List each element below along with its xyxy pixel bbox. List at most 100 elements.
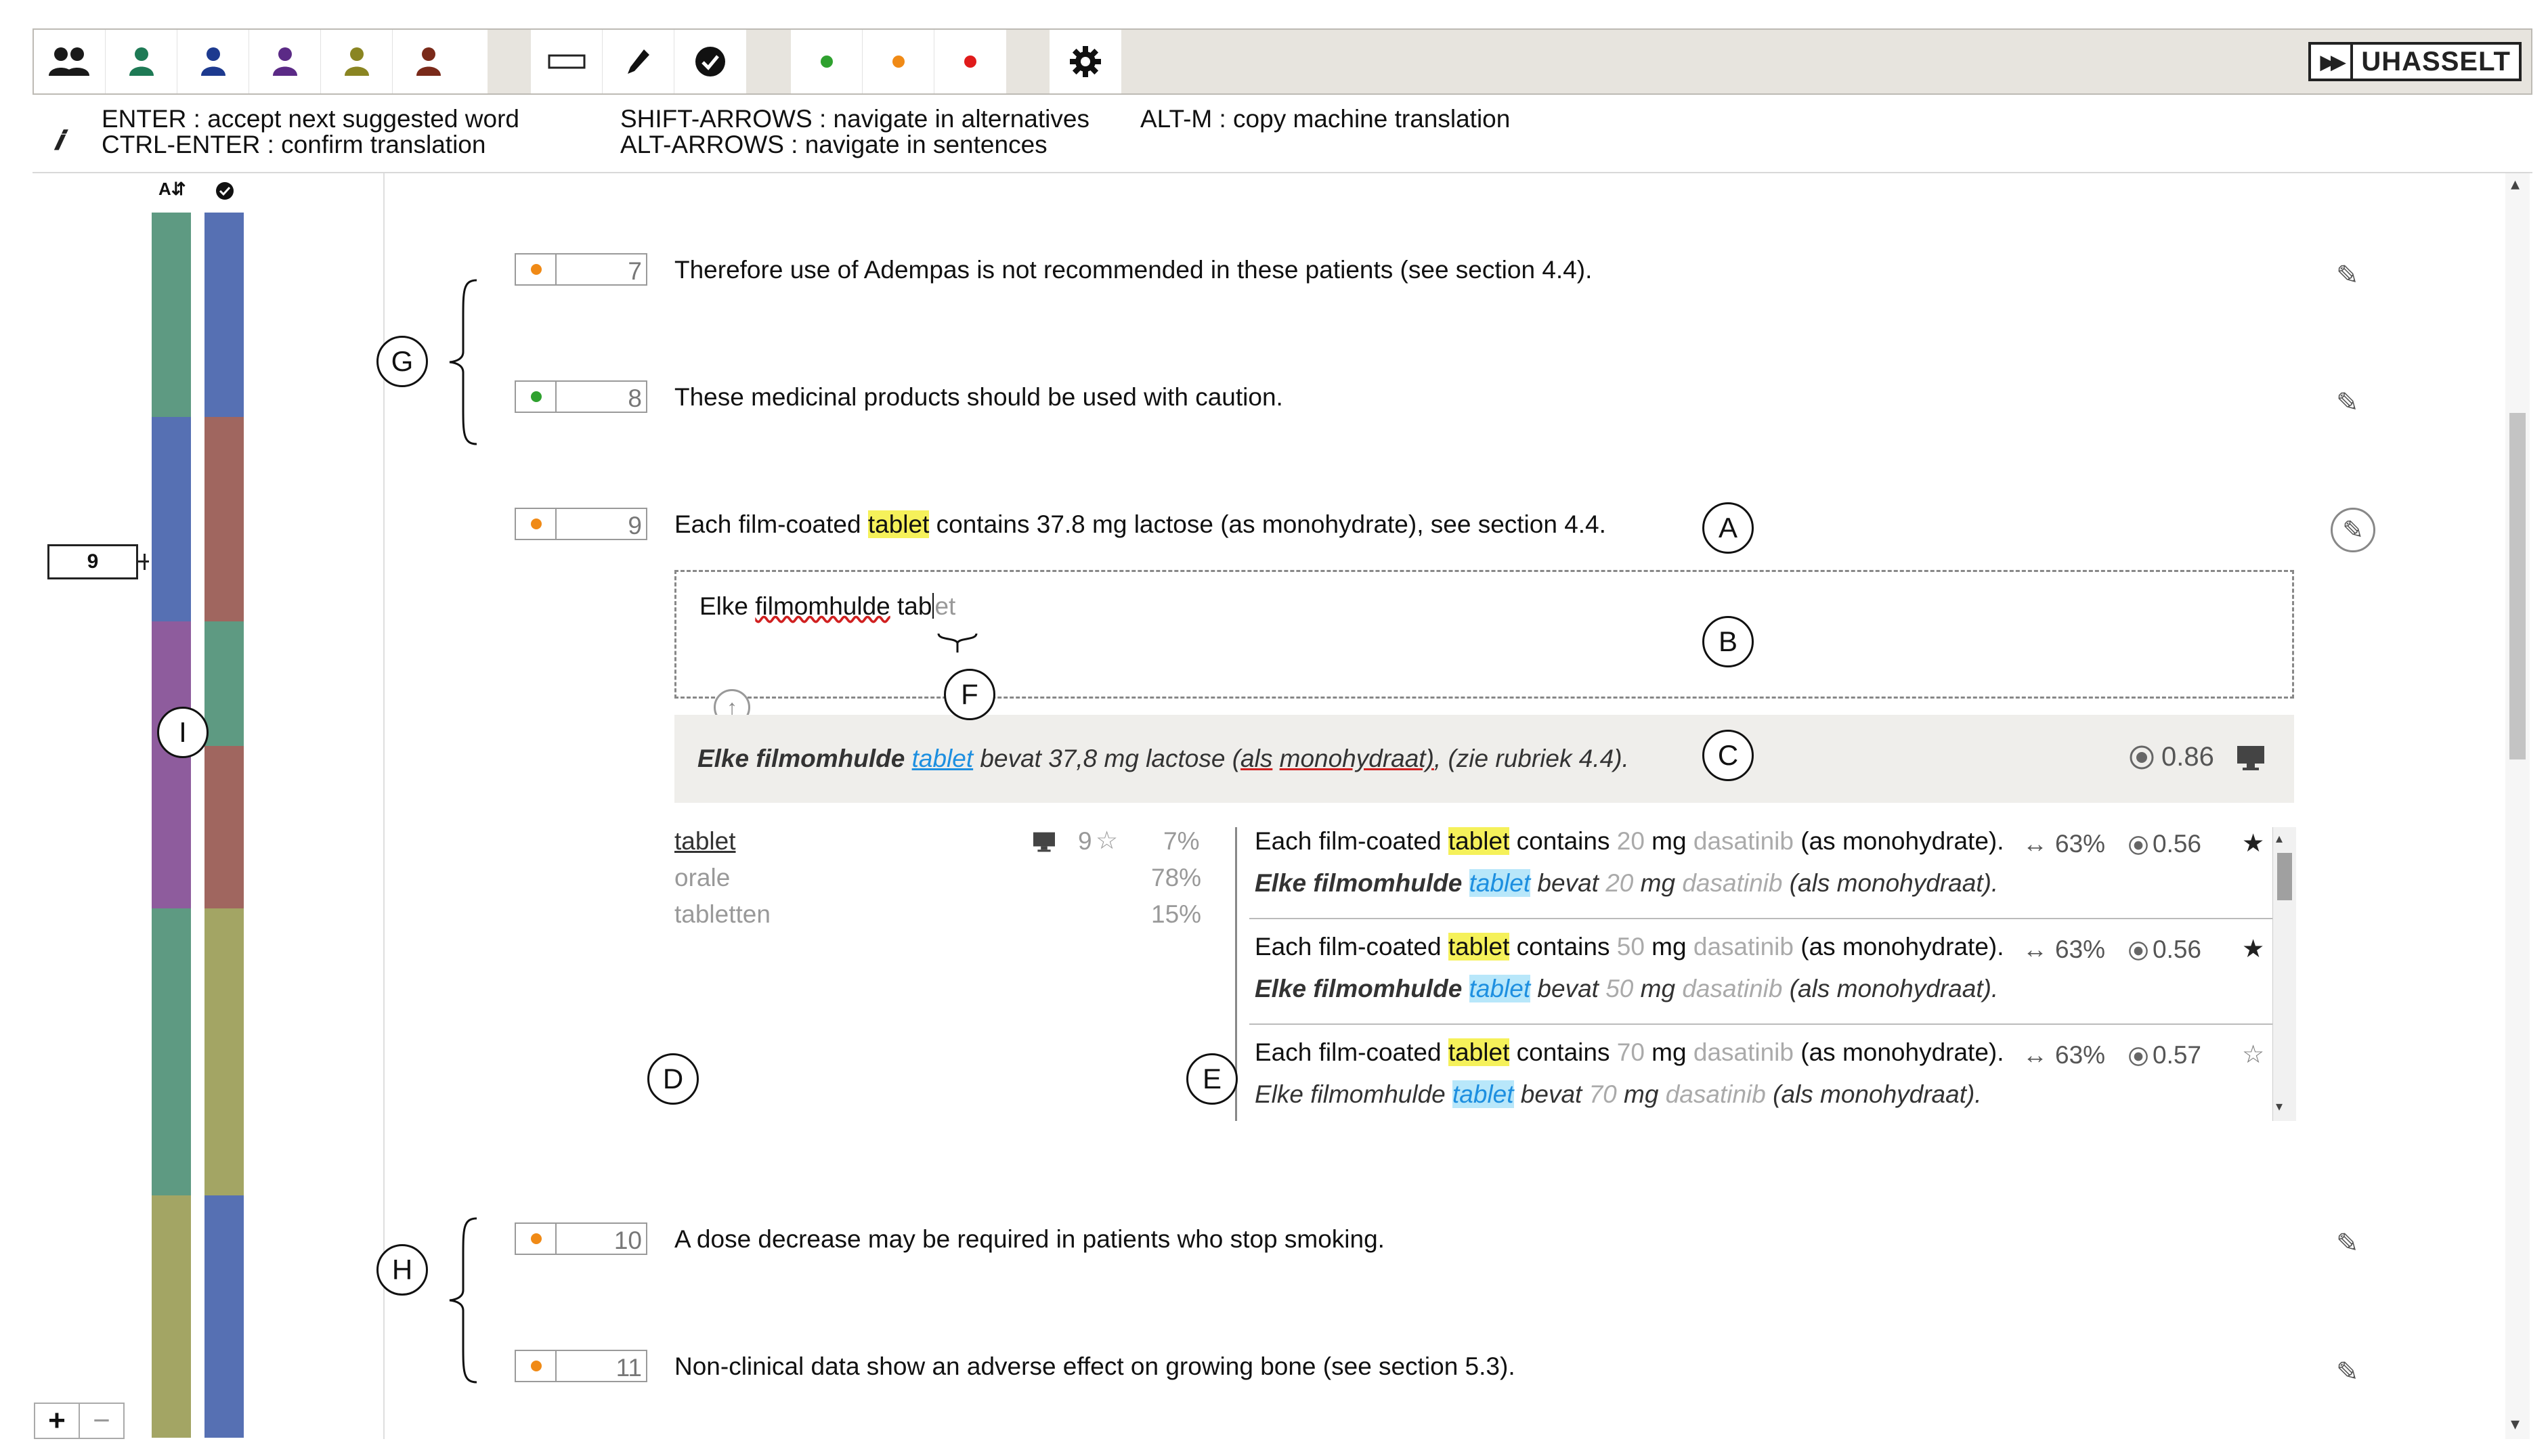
- tm-source[interactable]: Each film-coated tablet contains 20 mg d…: [1255, 827, 2004, 856]
- edit-pencil-icon[interactable]: ✎: [2336, 260, 2359, 291]
- annotation-label: B: [1702, 616, 1754, 667]
- overview-segment[interactable]: [204, 213, 244, 417]
- alternative-word[interactable]: orale: [674, 864, 730, 892]
- scroll-down-icon[interactable]: ▾: [2511, 1413, 2520, 1434]
- target-icon: [2129, 1047, 2148, 1066]
- main-scroll-thumb[interactable]: [2509, 413, 2526, 759]
- user-purple-button[interactable]: [249, 30, 321, 93]
- sentence-overview-bar-1[interactable]: [152, 213, 191, 1438]
- source-view-button[interactable]: [531, 30, 603, 93]
- tm-scroll-thumb[interactable]: [2277, 853, 2292, 900]
- annotation-label: D: [647, 1053, 699, 1105]
- star-outline-icon[interactable]: ☆: [2242, 1040, 2264, 1069]
- translation-editor[interactable]: Elke filmomhulde tab et: [674, 570, 2294, 699]
- tm-target[interactable]: Elke filmomhulde tablet bevat 50 mg dasa…: [1255, 975, 1998, 1003]
- sentence-number-box[interactable]: 8: [515, 380, 647, 413]
- overview-segment[interactable]: [152, 213, 191, 417]
- edit-pencil-icon[interactable]: ✎: [2336, 1228, 2359, 1259]
- source-sentence[interactable]: A dose decrease may be required in patie…: [674, 1225, 1385, 1254]
- view-mode-group: [531, 30, 746, 93]
- overview-segment[interactable]: [204, 621, 244, 746]
- status-red-button[interactable]: [934, 30, 1006, 93]
- edit-pencil-icon[interactable]: ✎: [2336, 387, 2359, 418]
- machine-translation-box[interactable]: Elke filmomhulde tablet bevat 37,8 mg la…: [674, 715, 2294, 803]
- alternative-word[interactable]: tabletten: [674, 900, 771, 929]
- user-olive-button[interactable]: [321, 30, 393, 93]
- status-dot-icon: [531, 1233, 542, 1244]
- text-size-icon: A⇵: [158, 179, 186, 199]
- source-sentence[interactable]: Non-clinical data show an adverse effect…: [674, 1352, 1515, 1381]
- user-blue-button[interactable]: [177, 30, 249, 93]
- edit-pencil-active-icon[interactable]: ✎: [2331, 508, 2375, 552]
- overview-segment[interactable]: [152, 1195, 191, 1438]
- target-icon: [2129, 942, 2148, 961]
- tm-scrollbar[interactable]: ▴ ▾: [2272, 827, 2296, 1121]
- alternative-word[interactable]: tablet: [674, 827, 736, 856]
- all-users-button[interactable]: [34, 30, 106, 93]
- settings-button[interactable]: [1050, 30, 1121, 93]
- overview-segment[interactable]: [204, 417, 244, 621]
- overview-segment[interactable]: [204, 1195, 244, 1438]
- edit-view-button[interactable]: [603, 30, 674, 93]
- source-sentence-active[interactable]: Each film-coated tablet contains 37.8 mg…: [674, 510, 1606, 539]
- overview-segment[interactable]: [152, 908, 191, 1195]
- tm-score: 0.56: [2153, 935, 2202, 963]
- rectangle-icon: [548, 54, 585, 69]
- overview-segment[interactable]: [204, 746, 244, 908]
- user-brown-button[interactable]: [393, 30, 465, 93]
- confirmed-view-button[interactable]: [674, 30, 746, 93]
- overview-segment[interactable]: [152, 417, 191, 621]
- zoom-in-button[interactable]: +: [35, 1404, 80, 1438]
- misspelled-word: filmomhulde: [755, 592, 890, 620]
- source-sentence[interactable]: These medicinal products should be used …: [674, 383, 1283, 412]
- main-scrollbar[interactable]: ▴ ▾: [2505, 173, 2530, 1439]
- translation-input-text[interactable]: Elke filmomhulde tab et: [699, 592, 955, 621]
- annotation-label: C: [1702, 730, 1754, 781]
- source-sentence[interactable]: Therefore use of Adempas is not recommen…: [674, 256, 1592, 284]
- sentence-number-box[interactable]: 7: [515, 253, 647, 286]
- current-sentence-indicator: 9: [47, 544, 138, 579]
- status-orange-button[interactable]: [863, 30, 934, 93]
- highlighted-word: tablet: [867, 510, 930, 538]
- star-filled-icon[interactable]: ★: [2242, 829, 2264, 858]
- fast-forward-icon: ▶▶: [2311, 45, 2354, 79]
- scroll-down-icon[interactable]: ▾: [2276, 1098, 2283, 1115]
- monitor-icon: [1033, 832, 1055, 852]
- edit-pencil-icon[interactable]: ✎: [2336, 1356, 2359, 1388]
- tm-target[interactable]: Elke filmomhulde tablet bevat 70 mg dasa…: [1255, 1080, 1982, 1109]
- translation-memory-panel: Each film-coated tablet contains 20 mg d…: [1235, 827, 2272, 1121]
- overview-segment[interactable]: [204, 908, 244, 1195]
- tm-match-percent: 63%: [2055, 935, 2106, 963]
- zoom-controls: + −: [34, 1403, 125, 1439]
- sentence-number-box[interactable]: 11: [515, 1350, 647, 1382]
- sentence-number: 9: [628, 512, 642, 539]
- zoom-out-button[interactable]: −: [80, 1404, 123, 1438]
- info-icon: 𝒊: [54, 126, 62, 156]
- annotation-label: I: [157, 707, 209, 758]
- tm-score: 0.57: [2153, 1041, 2202, 1069]
- machine-translation-text[interactable]: Elke filmomhulde tablet bevat 37,8 mg la…: [697, 745, 1629, 773]
- tm-target[interactable]: Elke filmomhulde tablet bevat 20 mg dasa…: [1255, 869, 1998, 898]
- annotation-label: A: [1702, 502, 1754, 554]
- status-green-button[interactable]: [791, 30, 863, 93]
- users-group-icon: [48, 47, 89, 76]
- sentence-number: 10: [613, 1227, 642, 1254]
- green-dot-icon: [820, 56, 833, 68]
- sentence-number-box[interactable]: 10: [515, 1222, 647, 1255]
- tm-source[interactable]: Each film-coated tablet contains 50 mg d…: [1255, 933, 2004, 961]
- settings-group: [1050, 30, 1121, 93]
- scroll-up-icon[interactable]: ▴: [2511, 173, 2520, 194]
- overview-segment[interactable]: [152, 621, 191, 908]
- user-green-button[interactable]: [106, 30, 177, 93]
- shortcut-copy-mt: ALT-M : copy machine translation: [1140, 105, 1511, 133]
- scroll-up-icon[interactable]: ▴: [2276, 830, 2283, 847]
- star-filled-icon[interactable]: ★: [2242, 934, 2264, 963]
- tm-source[interactable]: Each film-coated tablet contains 70 mg d…: [1255, 1038, 2004, 1067]
- logo-text: UHASSELT: [2361, 46, 2511, 76]
- sentence-overview-bar-2[interactable]: [204, 213, 244, 1438]
- autocomplete-suggestion: et: [934, 592, 956, 620]
- status-dot-icon: [531, 391, 542, 402]
- sentence-number-box[interactable]: 9: [515, 508, 647, 540]
- annotation-label: G: [376, 336, 428, 387]
- indicator-connector: [144, 554, 146, 570]
